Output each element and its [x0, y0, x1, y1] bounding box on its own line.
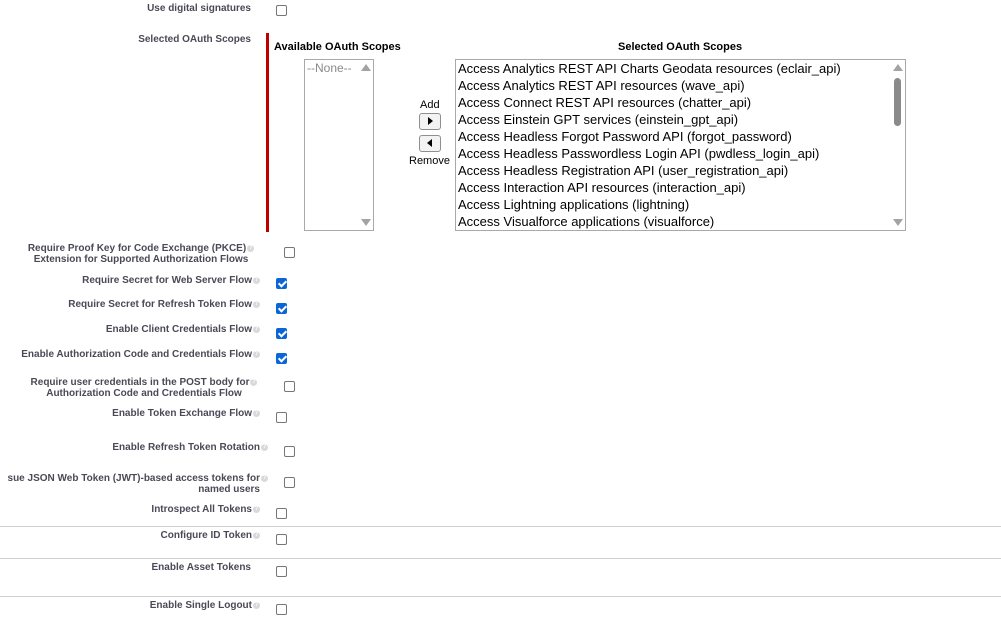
scroll-up-icon[interactable]: [361, 64, 371, 71]
arrow-right-icon: [428, 117, 433, 125]
list-item[interactable]: Access Headless Registration API (user_r…: [456, 162, 905, 179]
post-body-label: Require user credentials in the POST bod…: [30, 377, 258, 399]
secret-web-server-checkbox[interactable]: [276, 278, 287, 289]
single-logout-checkbox[interactable]: [276, 604, 287, 615]
pkce-label: Require Proof Key for Code Exchange (PKC…: [27, 243, 255, 265]
selected-scopes-label: Selected OAuth Scopes: [138, 34, 251, 45]
list-item[interactable]: Access Einstein GPT services (einstein_g…: [456, 111, 905, 128]
help-icon[interactable]: ?: [247, 244, 255, 252]
introspect-checkbox[interactable]: [276, 508, 287, 519]
introspect-label: Introspect All Tokens?: [151, 504, 260, 515]
remove-scope-button[interactable]: [419, 135, 441, 152]
refresh-rotation-label: Enable Refresh Token Rotation?: [112, 442, 268, 453]
available-scopes-header: Available OAuth Scopes: [274, 41, 401, 53]
help-icon[interactable]: ?: [253, 350, 260, 358]
available-scopes-listbox[interactable]: --None--: [304, 59, 374, 231]
help-icon[interactable]: ?: [261, 443, 268, 451]
help-icon[interactable]: ?: [253, 601, 260, 609]
divider: [0, 558, 1001, 559]
auth-code-credentials-checkbox[interactable]: [276, 353, 287, 364]
token-exchange-label: Enable Token Exchange Flow?: [112, 408, 260, 419]
digital-signatures-label: Use digital signatures: [147, 3, 251, 14]
divider: [0, 596, 1001, 597]
secret-web-server-label: Require Secret for Web Server Flow?: [82, 275, 260, 286]
id-token-checkbox[interactable]: [276, 534, 287, 545]
add-label: Add: [420, 99, 440, 111]
add-scope-button[interactable]: [419, 113, 441, 130]
divider: [0, 526, 1001, 527]
help-icon[interactable]: ?: [253, 409, 260, 417]
id-token-label: Configure ID Token?: [160, 530, 260, 541]
list-item[interactable]: Access Headless Forgot Password API (for…: [456, 128, 905, 145]
asset-tokens-checkbox[interactable]: [276, 566, 287, 577]
single-logout-label: Enable Single Logout?: [149, 600, 260, 611]
help-icon[interactable]: ?: [250, 378, 258, 386]
help-icon[interactable]: ?: [253, 325, 260, 333]
client-credentials-label: Enable Client Credentials Flow?: [105, 324, 260, 335]
client-credentials-checkbox[interactable]: [276, 328, 287, 339]
list-item[interactable]: Access Analytics REST API resources (wav…: [456, 77, 905, 94]
help-icon[interactable]: ?: [253, 300, 260, 308]
remove-label: Remove: [409, 155, 450, 167]
selected-scrollbar[interactable]: [890, 60, 905, 230]
list-item[interactable]: Access Analytics REST API Charts Geodata…: [456, 60, 905, 77]
help-icon[interactable]: ?: [253, 505, 260, 513]
post-body-checkbox[interactable]: [284, 381, 295, 392]
required-indicator: [266, 33, 269, 232]
secret-refresh-checkbox[interactable]: [276, 303, 287, 314]
selected-scopes-listbox[interactable]: Access Analytics REST API Charts Geodata…: [455, 59, 906, 231]
secret-refresh-label: Require Secret for Refresh Token Flow?: [68, 299, 260, 310]
scroll-up-icon[interactable]: [893, 64, 903, 71]
auth-code-credentials-label: Enable Authorization Code and Credential…: [21, 349, 260, 360]
refresh-rotation-checkbox[interactable]: [284, 446, 295, 457]
list-item[interactable]: Access Visualforce applications (visualf…: [456, 213, 905, 230]
jwt-tokens-label: sue JSON Web Token (JWT)-based access to…: [7, 473, 268, 495]
list-item[interactable]: Access Headless Passwordless Login API (…: [456, 145, 905, 162]
pkce-checkbox[interactable]: [284, 247, 295, 258]
scrollbar-thumb[interactable]: [894, 78, 901, 126]
digital-signatures-checkbox[interactable]: [276, 5, 287, 16]
scroll-down-icon[interactable]: [893, 219, 903, 226]
jwt-tokens-checkbox[interactable]: [284, 477, 295, 488]
token-exchange-checkbox[interactable]: [276, 412, 287, 423]
help-icon[interactable]: ?: [253, 531, 260, 539]
arrow-left-icon: [427, 139, 432, 147]
available-scrollbar[interactable]: [358, 60, 373, 230]
list-item[interactable]: Access Connect REST API resources (chatt…: [456, 94, 905, 111]
help-icon[interactable]: ?: [253, 276, 260, 284]
scroll-down-icon[interactable]: [361, 219, 371, 226]
help-icon[interactable]: ?: [261, 474, 268, 482]
asset-tokens-label: Enable Asset Tokens: [151, 562, 251, 573]
list-item[interactable]: Access Lightning applications (lightning…: [456, 196, 905, 213]
list-item[interactable]: Access Interaction API resources (intera…: [456, 179, 905, 196]
selected-scopes-header: Selected OAuth Scopes: [618, 41, 743, 53]
